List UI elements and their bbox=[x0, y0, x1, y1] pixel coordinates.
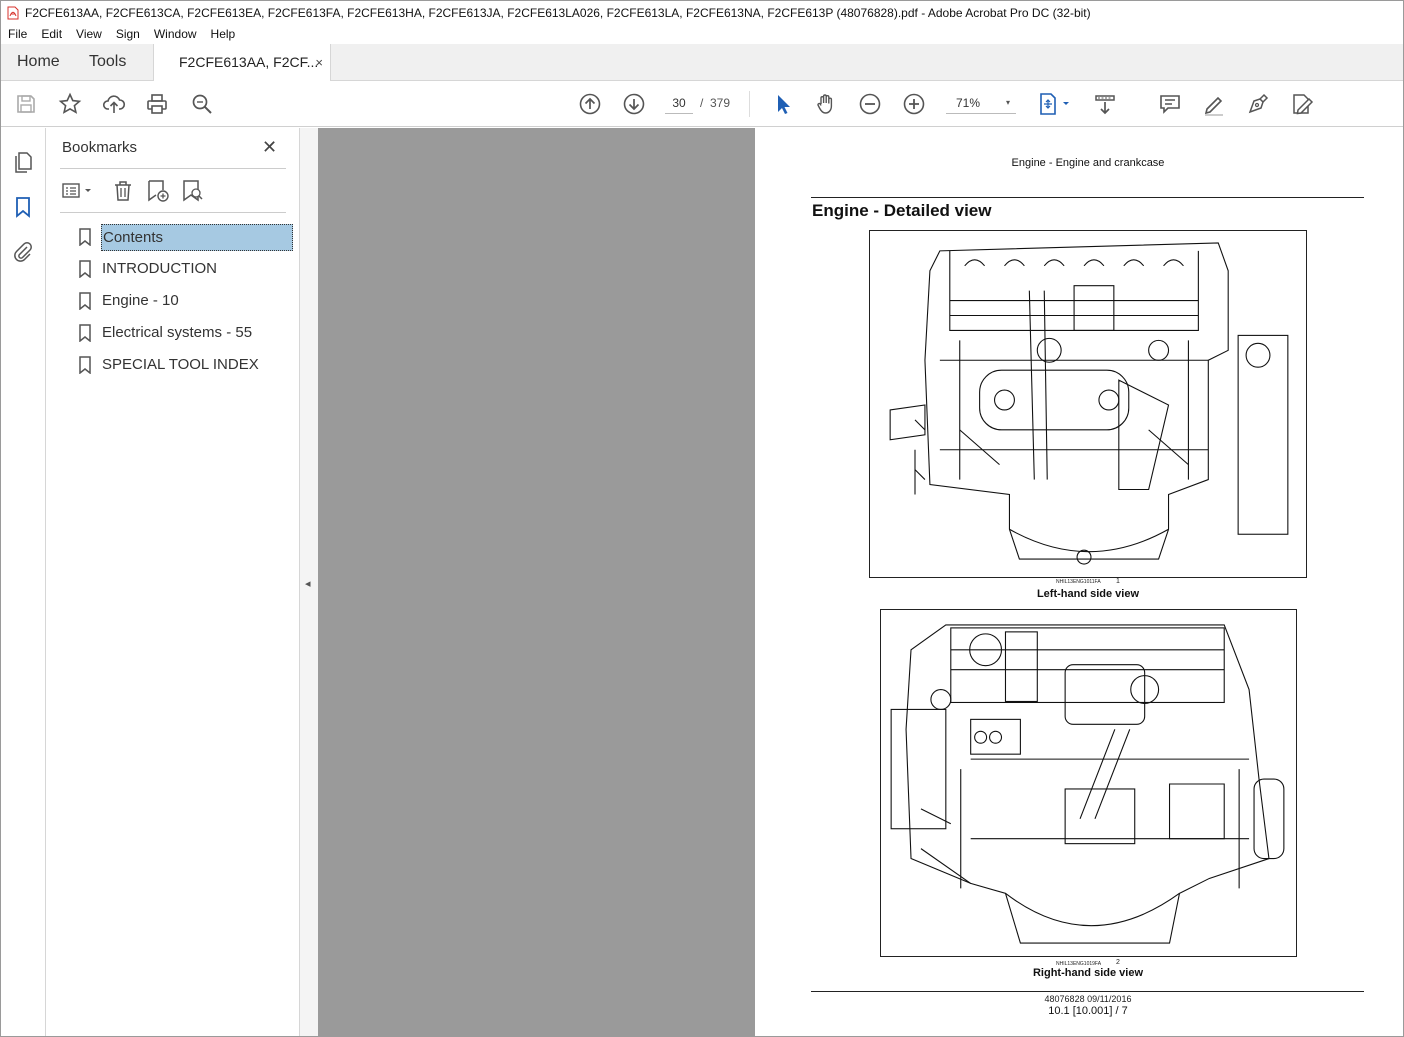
edit-pdf-icon[interactable] bbox=[1290, 92, 1314, 116]
bookmark-icon bbox=[79, 356, 91, 374]
figure-1-number: 1 bbox=[1116, 578, 1120, 585]
tab-tools[interactable]: Tools bbox=[89, 44, 126, 80]
select-cursor-icon[interactable] bbox=[771, 92, 795, 116]
pdf-page: Engine - Engine and crankcase Engine - D… bbox=[755, 128, 1403, 1036]
page-header: Engine - Engine and crankcase bbox=[1011, 157, 1165, 169]
bookmark-item-electrical-systems[interactable]: Electrical systems - 55 bbox=[76, 320, 294, 347]
figure-1-caption: Left-hand side view bbox=[1036, 588, 1140, 600]
page-number-input[interactable]: 30 bbox=[665, 92, 693, 114]
zoom-level-dropdown[interactable]: 71% ▾ bbox=[946, 92, 1016, 114]
tab-document-label: F2CFE613AA, F2CF... bbox=[179, 54, 319, 70]
figure-right-hand-engine bbox=[880, 609, 1297, 957]
close-panel-icon[interactable]: ✕ bbox=[262, 137, 277, 158]
menu-sign[interactable]: Sign bbox=[109, 27, 147, 41]
save-icon[interactable] bbox=[14, 92, 38, 116]
navigation-rail bbox=[1, 128, 46, 1036]
page-total: 379 bbox=[710, 96, 731, 110]
bookmark-icon bbox=[79, 260, 91, 278]
figure-1-code: NHIL13ENG1011FA bbox=[1056, 579, 1101, 585]
upload-cloud-icon[interactable] bbox=[102, 92, 126, 116]
figure-2-number: 2 bbox=[1116, 959, 1120, 966]
bookmark-icon bbox=[79, 324, 91, 342]
engine-right-side-drawing bbox=[890, 624, 1285, 944]
tab-document[interactable]: F2CFE613AA, F2CF... × bbox=[153, 44, 331, 81]
document-viewport[interactable]: Engine - Engine and crankcase Engine - D… bbox=[318, 128, 1403, 1036]
scroll-mode-icon[interactable] bbox=[1093, 92, 1117, 116]
menu-help[interactable]: Help bbox=[204, 27, 243, 41]
menu-edit[interactable]: Edit bbox=[34, 27, 69, 41]
new-bookmark-icon[interactable] bbox=[144, 178, 170, 204]
tab-home[interactable]: Home bbox=[17, 44, 60, 80]
menu-file[interactable]: File bbox=[1, 27, 34, 41]
zoom-out-icon[interactable] bbox=[858, 92, 882, 116]
header-rule bbox=[811, 197, 1364, 198]
hand-tool-icon[interactable] bbox=[814, 92, 838, 116]
bookmark-label: Contents bbox=[101, 224, 293, 251]
footer-reference: 48076828 09/11/2016 bbox=[1044, 994, 1132, 1004]
figure-left-hand-engine bbox=[869, 230, 1307, 578]
bookmarks-panel-icon[interactable] bbox=[11, 195, 35, 219]
footer-rule bbox=[811, 991, 1364, 992]
menu-window[interactable]: Window bbox=[147, 27, 204, 41]
divider bbox=[60, 168, 286, 169]
bookmark-item-engine[interactable]: Engine - 10 bbox=[76, 288, 294, 315]
bookmark-label: Electrical systems - 55 bbox=[102, 324, 253, 341]
next-page-icon[interactable] bbox=[622, 92, 646, 116]
menu-view[interactable]: View bbox=[69, 27, 109, 41]
previous-page-icon[interactable] bbox=[578, 92, 602, 116]
collapse-panel-icon[interactable]: ◂ bbox=[305, 577, 311, 590]
print-icon[interactable] bbox=[145, 92, 169, 116]
bookmark-search-icon[interactable] bbox=[179, 178, 205, 204]
sign-pen-icon[interactable] bbox=[1246, 92, 1270, 116]
zoom-value: 71% bbox=[956, 96, 981, 110]
bookmark-item-introduction[interactable]: INTRODUCTION bbox=[76, 256, 294, 283]
acrobat-window: F2CFE613AA, F2CFE613CA, F2CFE613EA, F2CF… bbox=[0, 0, 1404, 1037]
find-icon[interactable] bbox=[190, 92, 214, 116]
delete-bookmark-icon[interactable] bbox=[110, 178, 136, 204]
divider bbox=[60, 212, 286, 213]
bookmark-item-contents[interactable]: Contents bbox=[76, 224, 294, 251]
page-separator: / bbox=[700, 96, 704, 110]
title-bar: F2CFE613AA, F2CFE613CA, F2CFE613EA, F2CF… bbox=[1, 1, 1403, 24]
zoom-in-icon[interactable] bbox=[902, 92, 926, 116]
highlight-pen-icon[interactable] bbox=[1202, 92, 1226, 116]
tab-bar: Home Tools F2CFE613AA, F2CF... × bbox=[1, 44, 1403, 81]
footer-page-number: 10.1 [10.001] / 7 bbox=[1048, 1005, 1128, 1017]
bookmarks-panel-title: Bookmarks bbox=[62, 139, 138, 156]
engine-left-side-drawing bbox=[889, 242, 1289, 565]
bookmarks-panel: Bookmarks ✕ Contents INTRODUCTION Engine… bbox=[46, 128, 300, 1036]
bookmark-options-icon[interactable] bbox=[60, 178, 96, 204]
bookmark-label: INTRODUCTION bbox=[102, 260, 217, 277]
close-tab-icon[interactable]: × bbox=[315, 44, 323, 81]
bookmark-star-icon[interactable] bbox=[58, 92, 82, 116]
chevron-down-icon: ▾ bbox=[1005, 98, 1010, 107]
toolbar-divider bbox=[749, 91, 750, 117]
bookmark-item-special-tool-index[interactable]: SPECIAL TOOL INDEX bbox=[76, 352, 294, 379]
bookmark-icon bbox=[79, 228, 91, 246]
page-heading: Engine - Detailed view bbox=[812, 201, 992, 220]
menu-bar: File Edit View Sign Window Help bbox=[1, 24, 1403, 44]
bookmark-icon bbox=[79, 292, 91, 310]
attachments-icon[interactable] bbox=[11, 240, 35, 264]
bookmark-label: SPECIAL TOOL INDEX bbox=[102, 356, 259, 373]
page-thumbnails-icon[interactable] bbox=[11, 150, 35, 174]
bookmark-label: Engine - 10 bbox=[102, 292, 179, 309]
acrobat-app-icon bbox=[7, 6, 19, 19]
page-fit-icon[interactable] bbox=[1037, 92, 1073, 116]
window-title: F2CFE613AA, F2CFE613CA, F2CFE613EA, F2CF… bbox=[25, 5, 1091, 20]
figure-2-caption: Right-hand side view bbox=[1032, 967, 1143, 979]
comment-icon[interactable] bbox=[1158, 92, 1182, 116]
